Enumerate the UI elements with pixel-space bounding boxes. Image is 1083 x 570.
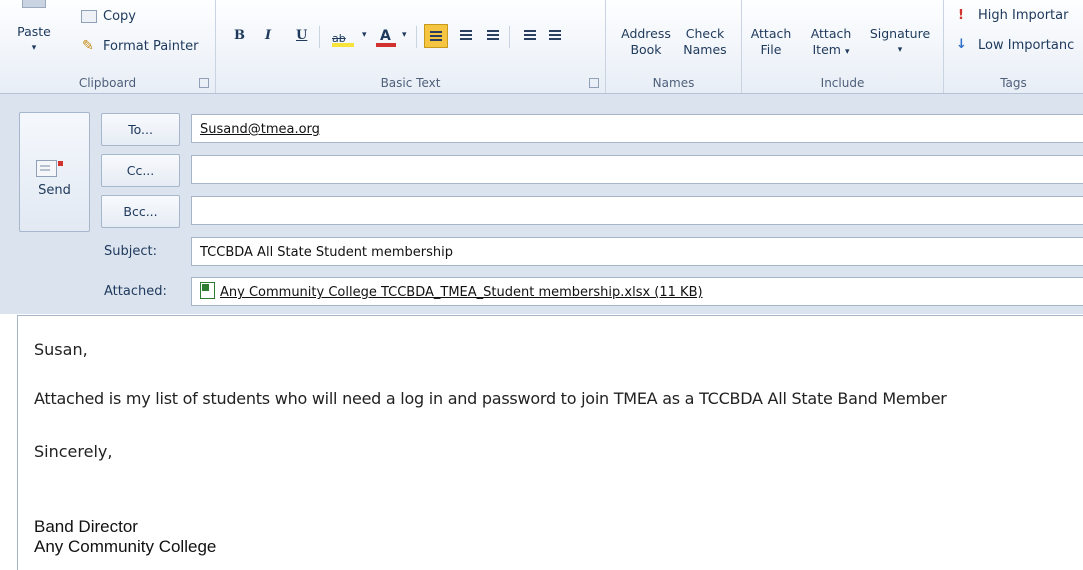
include-label: Include xyxy=(820,76,865,90)
signature-title: Band Director xyxy=(34,517,138,536)
signature-button[interactable]: Signature ▾ xyxy=(863,26,937,58)
to-field[interactable]: Susand@tmea.org xyxy=(191,114,1083,143)
copy-button[interactable]: Copy xyxy=(103,9,136,24)
attach-item-button[interactable]: Attach Item ▾ xyxy=(804,26,858,60)
font-color-icon: A xyxy=(380,28,391,44)
basic-text-group: B I U ab ▾ A ▾ Basic Text xyxy=(216,0,606,93)
format-painter-button[interactable]: Format Painter xyxy=(103,39,198,54)
address-book-label-1: Address xyxy=(621,26,671,41)
send-label: Send xyxy=(38,183,71,198)
tags-group: ! High Importar ↓ Low Importanc Tags xyxy=(944,0,1083,93)
attachment-link[interactable]: Any Community College TCCBDA_TMEA_Studen… xyxy=(220,285,703,300)
align-center-button[interactable] xyxy=(454,24,478,48)
chevron-down-icon: ▾ xyxy=(31,43,37,53)
subject-label: Subject: xyxy=(104,244,157,259)
attach-file-button[interactable]: Attach File xyxy=(747,26,795,58)
excel-file-icon xyxy=(200,282,215,299)
names-group: Address Book Check Names Names xyxy=(606,0,742,93)
message-body[interactable]: Susan, Attached is my list of students w… xyxy=(17,315,1083,570)
underline-button[interactable]: U xyxy=(296,28,307,43)
to-button[interactable]: To... xyxy=(101,113,180,146)
paste-label: Paste xyxy=(17,24,51,39)
body-greeting: Susan, xyxy=(34,340,88,359)
low-importance-button[interactable]: Low Importanc xyxy=(978,38,1074,53)
chevron-down-icon[interactable]: ▾ xyxy=(402,30,407,40)
include-group: Attach File Attach Item ▾ Signature ▾ In… xyxy=(742,0,944,93)
signature-label: Signature xyxy=(869,26,931,41)
signature-org: Any Community College xyxy=(34,537,217,556)
attach-file-label-2: File xyxy=(760,42,782,57)
body-closing: Sincerely, xyxy=(34,442,113,461)
increase-indent-icon xyxy=(549,30,561,32)
subject-value: TCCBDA All State Student membership xyxy=(200,245,453,260)
to-recipient[interactable]: Susand@tmea.org xyxy=(200,122,320,137)
attach-file-label-1: Attach xyxy=(750,26,792,41)
address-book-button[interactable]: Address Book xyxy=(615,26,677,58)
chevron-down-icon: ▾ xyxy=(897,45,903,55)
chevron-down-icon: ▾ xyxy=(844,47,850,57)
paste-button[interactable]: Paste ▾ xyxy=(14,0,54,54)
bcc-field[interactable] xyxy=(191,196,1083,225)
clipboard-group: Paste ▾ Copy ✎ Format Painter Clipboard xyxy=(0,0,216,93)
align-left-button[interactable] xyxy=(424,24,448,48)
align-right-icon xyxy=(487,30,499,32)
body-line: Attached is my list of students who will… xyxy=(34,389,947,408)
check-names-label-2: Names xyxy=(683,42,727,57)
paste-icon xyxy=(22,0,46,8)
italic-button[interactable]: I xyxy=(265,28,271,43)
bcc-button[interactable]: Bcc... xyxy=(101,195,180,228)
align-left-icon xyxy=(430,31,442,33)
clipboard-launcher-icon[interactable] xyxy=(199,78,209,88)
bold-button[interactable]: B xyxy=(234,28,245,43)
basic-text-label: Basic Text xyxy=(380,76,441,90)
send-icon xyxy=(36,160,63,177)
attached-field: Any Community College TCCBDA_TMEA_Studen… xyxy=(191,277,1083,306)
check-names-button[interactable]: Check Names xyxy=(678,26,732,58)
names-label: Names xyxy=(652,76,695,90)
tags-label: Tags xyxy=(1000,76,1027,90)
decrease-indent-icon xyxy=(524,30,536,32)
decrease-indent-button[interactable] xyxy=(519,24,543,48)
highlight-button[interactable]: ab xyxy=(332,27,360,47)
high-importance-icon: ! xyxy=(958,8,964,23)
high-importance-button[interactable]: High Importar xyxy=(978,8,1068,23)
increase-indent-button[interactable] xyxy=(544,24,568,48)
check-names-label-1: Check xyxy=(685,26,725,41)
cc-field[interactable] xyxy=(191,155,1083,184)
address-book-label-2: Book xyxy=(630,42,662,57)
cc-button[interactable]: Cc... xyxy=(101,154,180,187)
align-center-icon xyxy=(460,30,472,32)
chevron-down-icon[interactable]: ▾ xyxy=(362,30,367,40)
attach-item-label-2: Item xyxy=(812,42,841,57)
font-color-button[interactable]: A xyxy=(376,25,398,47)
subject-field[interactable]: TCCBDA All State Student membership xyxy=(191,237,1083,266)
clipboard-label: Clipboard xyxy=(78,76,137,90)
send-button[interactable]: Send xyxy=(19,112,90,232)
basic-text-launcher-icon[interactable] xyxy=(589,78,599,88)
copy-icon xyxy=(81,10,97,23)
align-right-button[interactable] xyxy=(480,24,504,48)
attached-label: Attached: xyxy=(104,284,167,299)
low-importance-icon: ↓ xyxy=(956,37,967,52)
ribbon: Paste ▾ Copy ✎ Format Painter Clipboard … xyxy=(0,0,1083,94)
attach-item-label-1: Attach xyxy=(810,26,852,41)
format-painter-icon: ✎ xyxy=(82,38,94,54)
